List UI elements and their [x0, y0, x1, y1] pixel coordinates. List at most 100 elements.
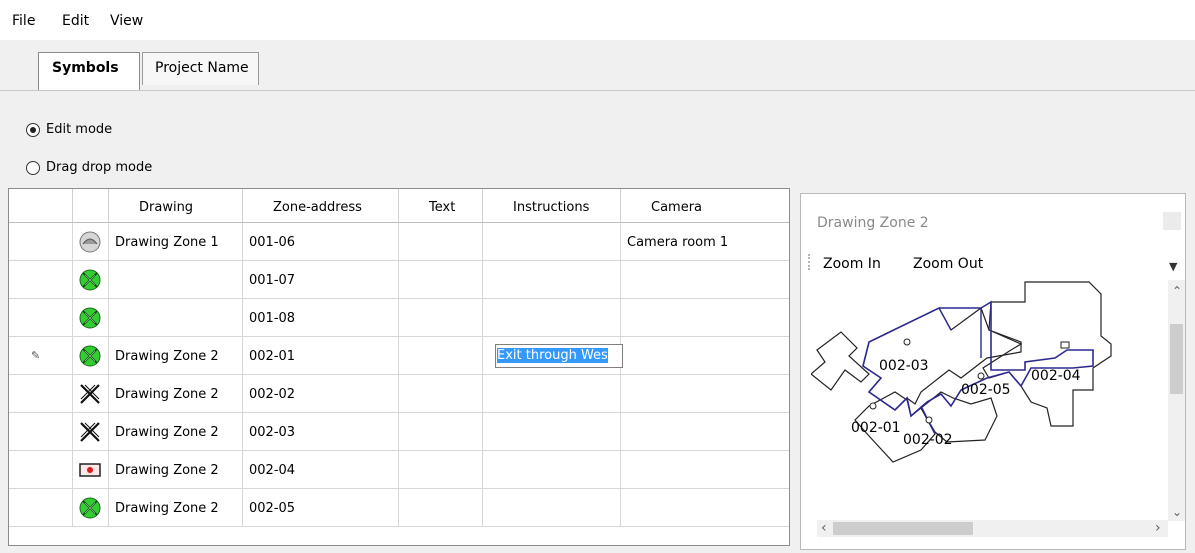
- grid-cell-camera[interactable]: [621, 451, 789, 489]
- toolbar-overflow-icon[interactable]: ▼: [1169, 260, 1177, 273]
- grid-cell-instructions[interactable]: [483, 489, 621, 527]
- grid-cell-zone-text: 001-08: [249, 311, 296, 326]
- horizontal-scrollbar[interactable]: ‹ ›: [817, 520, 1168, 537]
- grid-cell-drawing[interactable]: Drawing Zone 2: [109, 337, 243, 375]
- row-edit-pencil-icon: ✎: [31, 349, 41, 362]
- grid-cell-row-header[interactable]: [9, 261, 73, 299]
- point-marker-c: [869, 402, 877, 410]
- grid-cell-zone-text: 001-07: [249, 273, 296, 288]
- radio-selected-dot: [30, 127, 36, 133]
- column-header-text-text: Text: [429, 200, 456, 215]
- panel-close-button[interactable]: [1163, 212, 1181, 230]
- grid-cell-camera[interactable]: [621, 375, 789, 413]
- column-header-camera[interactable]: Camera: [621, 189, 789, 223]
- instructions-editor-text: Exit through Wes: [497, 348, 608, 363]
- vertical-scrollbar[interactable]: ⌃ ⌄: [1168, 280, 1185, 521]
- grid-cell-instructions[interactable]: [483, 261, 621, 299]
- grid-cell-zone-text: 002-03: [249, 425, 296, 440]
- grid-cell-drawing[interactable]: [109, 261, 243, 299]
- grid-cell-camera[interactable]: [621, 489, 789, 527]
- zoom-out-button[interactable]: Zoom Out: [913, 256, 983, 272]
- scroll-down-icon[interactable]: ⌄: [1172, 505, 1182, 519]
- zone-label-002-01: 002-01: [851, 420, 901, 436]
- grid-cell-text[interactable]: [399, 261, 483, 299]
- scroll-left-icon[interactable]: ‹: [821, 520, 827, 536]
- grid-cell-drawing[interactable]: Drawing Zone 2: [109, 413, 243, 451]
- zone-label-002-02: 002-02: [903, 432, 953, 448]
- grid-cell-text[interactable]: [399, 489, 483, 527]
- drag-drop-mode-radio-button[interactable]: [26, 161, 40, 175]
- toolbar-grip-icon[interactable]: [808, 254, 812, 270]
- grid-cell-drawing[interactable]: Drawing Zone 2: [109, 489, 243, 527]
- menu-file[interactable]: File: [12, 13, 35, 29]
- column-header-drawing[interactable]: Drawing: [109, 189, 243, 223]
- column-header-instructions[interactable]: Instructions: [483, 189, 621, 223]
- tab-divider: [0, 90, 1195, 91]
- grid-cell-text[interactable]: [399, 451, 483, 489]
- menu-bar: File Edit View: [0, 0, 1195, 41]
- grid-cell-text[interactable]: [399, 299, 483, 337]
- grid-cell-camera[interactable]: [621, 413, 789, 451]
- scroll-right-icon[interactable]: ›: [1155, 520, 1161, 536]
- column-header-blank[interactable]: [9, 189, 73, 223]
- grid-cell-text[interactable]: [399, 413, 483, 451]
- grid-cell-instructions[interactable]: [483, 451, 621, 489]
- grid-cell-row-header[interactable]: [9, 223, 73, 261]
- edit-mode-radio-button[interactable]: [26, 123, 40, 137]
- grid-cell-row-header[interactable]: [9, 451, 73, 489]
- tab-symbols[interactable]: Symbols: [38, 52, 140, 90]
- horizontal-scroll-thumb[interactable]: [833, 522, 973, 535]
- column-header-zone[interactable]: Zone-address: [243, 189, 399, 223]
- grid-cell-zone[interactable]: 002-01: [243, 337, 399, 375]
- grid-cell-text[interactable]: [399, 375, 483, 413]
- edit-mode-radio[interactable]: Edit mode: [26, 122, 166, 144]
- black-x-icon: [79, 421, 101, 443]
- grid-cell-zone[interactable]: 002-03: [243, 413, 399, 451]
- grid-cell-drawing[interactable]: Drawing Zone 2: [109, 375, 243, 413]
- grid-cell-drawing-text: Drawing Zone 2: [115, 349, 219, 364]
- grid-cell-instructions[interactable]: [483, 375, 621, 413]
- drag-drop-mode-radio[interactable]: Drag drop mode: [26, 160, 186, 182]
- grid-cell-instructions[interactable]: [483, 299, 621, 337]
- grid-cell-row-header[interactable]: [9, 489, 73, 527]
- zone-label-002-03: 002-03: [879, 358, 929, 374]
- grid-cell-camera[interactable]: [621, 337, 789, 375]
- zones-grid[interactable]: Drawing Zone-address Text Instructions Camer…: [8, 188, 790, 546]
- grid-cell-zone[interactable]: 002-04: [243, 451, 399, 489]
- vertical-scroll-thumb[interactable]: [1170, 324, 1183, 394]
- zoom-in-button[interactable]: Zoom In: [823, 256, 881, 272]
- grid-cell-zone[interactable]: 001-07: [243, 261, 399, 299]
- grid-cell-row-header[interactable]: [9, 413, 73, 451]
- column-header-blank[interactable]: [73, 189, 109, 223]
- instructions-cell-editor[interactable]: Exit through Wes: [495, 344, 623, 368]
- grid-cell-text[interactable]: [399, 223, 483, 261]
- tab-symbols-label: Symbols: [52, 60, 119, 76]
- column-header-drawing-text: Drawing: [139, 200, 194, 215]
- grid-cell-zone[interactable]: 001-06: [243, 223, 399, 261]
- green-crossed-icon: [79, 307, 101, 329]
- column-header-text[interactable]: Text: [399, 189, 483, 223]
- grid-cell-drawing[interactable]: [109, 299, 243, 337]
- grid-cell-row-header[interactable]: [9, 375, 73, 413]
- scroll-up-icon[interactable]: ⌃: [1172, 284, 1182, 298]
- grid-cell-zone[interactable]: 001-08: [243, 299, 399, 337]
- grid-cell-zone[interactable]: 002-02: [243, 375, 399, 413]
- building-outline-right: [982, 281, 1112, 427]
- menu-edit[interactable]: Edit: [62, 13, 89, 29]
- grid-cell-instructions[interactable]: [483, 223, 621, 261]
- zone-floor-plan[interactable]: 002-03 002-05 002-04 002-01 002-02: [811, 280, 1166, 518]
- grid-cell-row-header[interactable]: [9, 299, 73, 337]
- grid-cell-camera[interactable]: [621, 299, 789, 337]
- menu-view[interactable]: View: [110, 13, 143, 29]
- grid-cell-drawing[interactable]: Drawing Zone 2: [109, 451, 243, 489]
- grid-cell-zone[interactable]: 002-05: [243, 489, 399, 527]
- grid-cell-text[interactable]: [399, 337, 483, 375]
- green-crossed-icon: [79, 345, 101, 367]
- grid-cell-row-header[interactable]: [9, 337, 73, 375]
- grid-cell-drawing[interactable]: Drawing Zone 1: [109, 223, 243, 261]
- grid-cell-camera[interactable]: Camera room 1: [621, 223, 789, 261]
- grid-cell-camera[interactable]: [621, 261, 789, 299]
- grid-cell-instructions[interactable]: [483, 413, 621, 451]
- grid-cell-camera-text: Camera room 1: [627, 235, 729, 250]
- tab-project-name[interactable]: Project Name: [142, 52, 259, 85]
